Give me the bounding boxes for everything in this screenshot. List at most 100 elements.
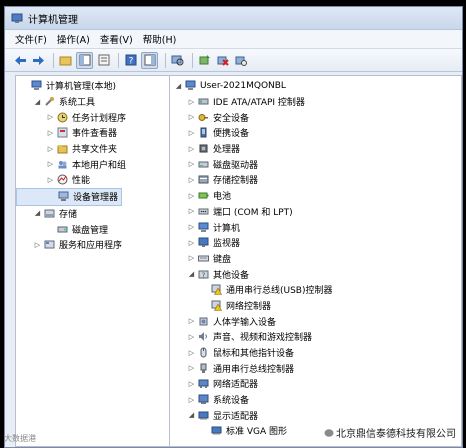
title-bar: 计算机管理 bbox=[5, 7, 462, 30]
action-pane-button[interactable] bbox=[141, 51, 158, 69]
expand-arrow-icon[interactable]: ▷ bbox=[187, 364, 196, 373]
device-tree-item[interactable]: ▷ 网络适配器 bbox=[170, 376, 461, 392]
expand-arrow-icon[interactable]: ▷ bbox=[46, 160, 55, 169]
collapse-arrow-icon[interactable]: ◢ bbox=[187, 411, 196, 420]
expand-arrow-icon[interactable]: ▷ bbox=[33, 240, 42, 249]
expand-arrow-icon[interactable]: ▷ bbox=[187, 97, 196, 106]
help-icon: ? bbox=[125, 54, 136, 66]
expand-arrow-icon[interactable]: ▷ bbox=[187, 113, 196, 122]
scan-hardware-button[interactable] bbox=[170, 53, 185, 68]
back-button[interactable] bbox=[13, 53, 28, 68]
collapse-arrow-icon[interactable]: ◢ bbox=[187, 270, 196, 279]
usb-icon bbox=[198, 363, 209, 374]
device-tree-item[interactable]: 网络控制器 bbox=[170, 298, 461, 314]
show-hide-tree-button[interactable] bbox=[76, 51, 93, 69]
device-tree-label: 声音、视频和游戏控制器 bbox=[213, 333, 313, 344]
expand-arrow-icon[interactable]: ▷ bbox=[46, 175, 55, 184]
console-tree-item[interactable]: ▷ 任务计划程序 bbox=[16, 109, 169, 125]
expand-arrow-icon[interactable]: ▷ bbox=[187, 379, 196, 388]
device-tree-item[interactable]: ▷ 计算机 bbox=[170, 219, 461, 235]
console-tree-label: 设备管理器 bbox=[73, 193, 119, 204]
device-tree-item[interactable]: ▷ 安全设备 bbox=[170, 109, 461, 125]
hid-icon bbox=[198, 316, 209, 327]
forward-button[interactable] bbox=[31, 53, 46, 68]
device-tree-item[interactable]: ▷ 声音、视频和游戏控制器 bbox=[170, 329, 461, 345]
event-viewer-icon bbox=[57, 127, 68, 138]
expand-arrow-icon[interactable]: ▷ bbox=[187, 395, 196, 404]
expand-arrow-icon[interactable]: ▷ bbox=[187, 238, 196, 247]
device-tree-item[interactable]: ▷ IDE ATA/ATAPI 控制器 bbox=[170, 94, 461, 110]
enable-device-icon bbox=[235, 56, 247, 66]
port-icon bbox=[198, 206, 209, 217]
help-button[interactable]: ? bbox=[123, 53, 138, 68]
expand-arrow-icon[interactable]: ▷ bbox=[187, 144, 196, 153]
device-tree-item[interactable]: ▷ 存储控制器 bbox=[170, 172, 461, 188]
expand-arrow-icon[interactable]: ▷ bbox=[187, 160, 196, 169]
toolbar: ? bbox=[5, 49, 462, 72]
folder-up-icon bbox=[59, 56, 72, 66]
expand-arrow-icon[interactable]: ▷ bbox=[187, 223, 196, 232]
expand-arrow-icon[interactable]: ▷ bbox=[187, 332, 196, 341]
collapse-arrow-icon[interactable]: ◢ bbox=[33, 97, 42, 106]
device-tree-item[interactable]: ▷ 人体学输入设备 bbox=[170, 313, 461, 329]
device-tree-item[interactable]: ▷ 电池 bbox=[170, 188, 461, 204]
device-tree-item[interactable]: ▷ 便携设备 bbox=[170, 125, 461, 141]
warning-device-icon bbox=[211, 284, 223, 296]
device-tree-item[interactable]: ▷ 通用串行总线控制器 bbox=[170, 360, 461, 376]
device-tree-item[interactable]: 通用串行总线(USB)控制器 bbox=[170, 282, 461, 298]
expand-arrow-icon[interactable]: ▷ bbox=[187, 317, 196, 326]
device-tree-label: 网络适配器 bbox=[213, 380, 259, 391]
watermark-text: 大数据港 bbox=[4, 434, 36, 443]
device-tree-label: 存储控制器 bbox=[213, 176, 259, 187]
device-tree-item[interactable]: ◢? 其他设备 bbox=[170, 266, 461, 282]
console-tree-item[interactable]: 设备管理器 bbox=[16, 187, 123, 206]
expand-arrow-icon[interactable]: ▷ bbox=[187, 191, 196, 200]
expand-arrow-icon[interactable]: ▷ bbox=[187, 348, 196, 357]
expand-arrow-icon[interactable]: ▷ bbox=[187, 207, 196, 216]
device-tree-item[interactable]: ▷ 鼠标和其他指针设备 bbox=[170, 345, 461, 361]
menu-view[interactable]: 查看(V) bbox=[100, 32, 133, 46]
console-tree-item[interactable]: ▷ 性能 bbox=[16, 172, 169, 188]
scan-hardware-icon bbox=[171, 55, 184, 66]
console-tree-label: 任务计划程序 bbox=[72, 113, 127, 124]
expand-arrow-icon[interactable]: ▷ bbox=[46, 128, 55, 137]
console-tree-item[interactable]: ▷ 服务和应用程序 bbox=[16, 237, 169, 253]
properties-button[interactable] bbox=[96, 53, 111, 68]
device-tree-item[interactable]: ▷ 磁盘驱动器 bbox=[170, 156, 461, 172]
device-tree-item[interactable]: ▷ 系统设备 bbox=[170, 392, 461, 408]
menu-action[interactable]: 操作(A) bbox=[57, 32, 90, 46]
up-button[interactable] bbox=[58, 53, 73, 68]
device-tree-item[interactable]: ▷ 端口 (COM 和 LPT) bbox=[170, 204, 461, 220]
device-tree-item[interactable]: ◢ User-2021MQONBL bbox=[170, 78, 461, 94]
expand-arrow-icon[interactable]: ▷ bbox=[187, 175, 196, 184]
update-driver-button[interactable] bbox=[197, 53, 212, 68]
menu-file[interactable]: 文件(F) bbox=[15, 32, 47, 46]
expand-arrow-icon[interactable]: ▷ bbox=[46, 144, 55, 153]
device-tree-item[interactable]: ◢ 显示适配器 bbox=[170, 407, 461, 423]
device-tree-item[interactable]: ▷ 键盘 bbox=[170, 251, 461, 267]
console-tree-item[interactable]: 磁盘管理 bbox=[16, 221, 169, 237]
uninstall-button[interactable] bbox=[215, 53, 230, 68]
console-tree-item[interactable]: ◢ 存储 bbox=[16, 206, 169, 222]
menu-help[interactable]: 帮助(H) bbox=[143, 32, 177, 46]
device-tree-item[interactable]: ▷ 监视器 bbox=[170, 235, 461, 251]
update-driver-icon bbox=[199, 55, 210, 65]
console-tree-label: 本地用户和组 bbox=[72, 160, 127, 171]
collapse-arrow-icon[interactable]: ◢ bbox=[174, 81, 183, 90]
console-tree-item[interactable]: ▷ 事件查看器 bbox=[16, 125, 169, 141]
console-tree-item[interactable]: ▷ 本地用户和组 bbox=[16, 156, 169, 172]
collapse-arrow-icon[interactable]: ◢ bbox=[33, 209, 42, 218]
device-tree-item[interactable]: ▷ 处理器 bbox=[170, 141, 461, 157]
console-tree-item[interactable]: ◢ 系统工具 bbox=[16, 94, 169, 110]
expand-arrow-icon[interactable]: ▷ bbox=[46, 113, 55, 122]
enable-device-button[interactable] bbox=[233, 53, 248, 68]
console-tree-item[interactable]: ▷ 共享文件夹 bbox=[16, 141, 169, 157]
computer-icon bbox=[185, 80, 196, 91]
expand-arrow-icon[interactable]: ▷ bbox=[187, 254, 196, 263]
console-tree-item[interactable]: 计算机管理(本地) bbox=[16, 78, 169, 94]
device-tree-label: 电池 bbox=[213, 192, 232, 203]
expand-arrow-icon[interactable]: ▷ bbox=[187, 128, 196, 137]
console-tree-label: 存储 bbox=[59, 209, 78, 220]
